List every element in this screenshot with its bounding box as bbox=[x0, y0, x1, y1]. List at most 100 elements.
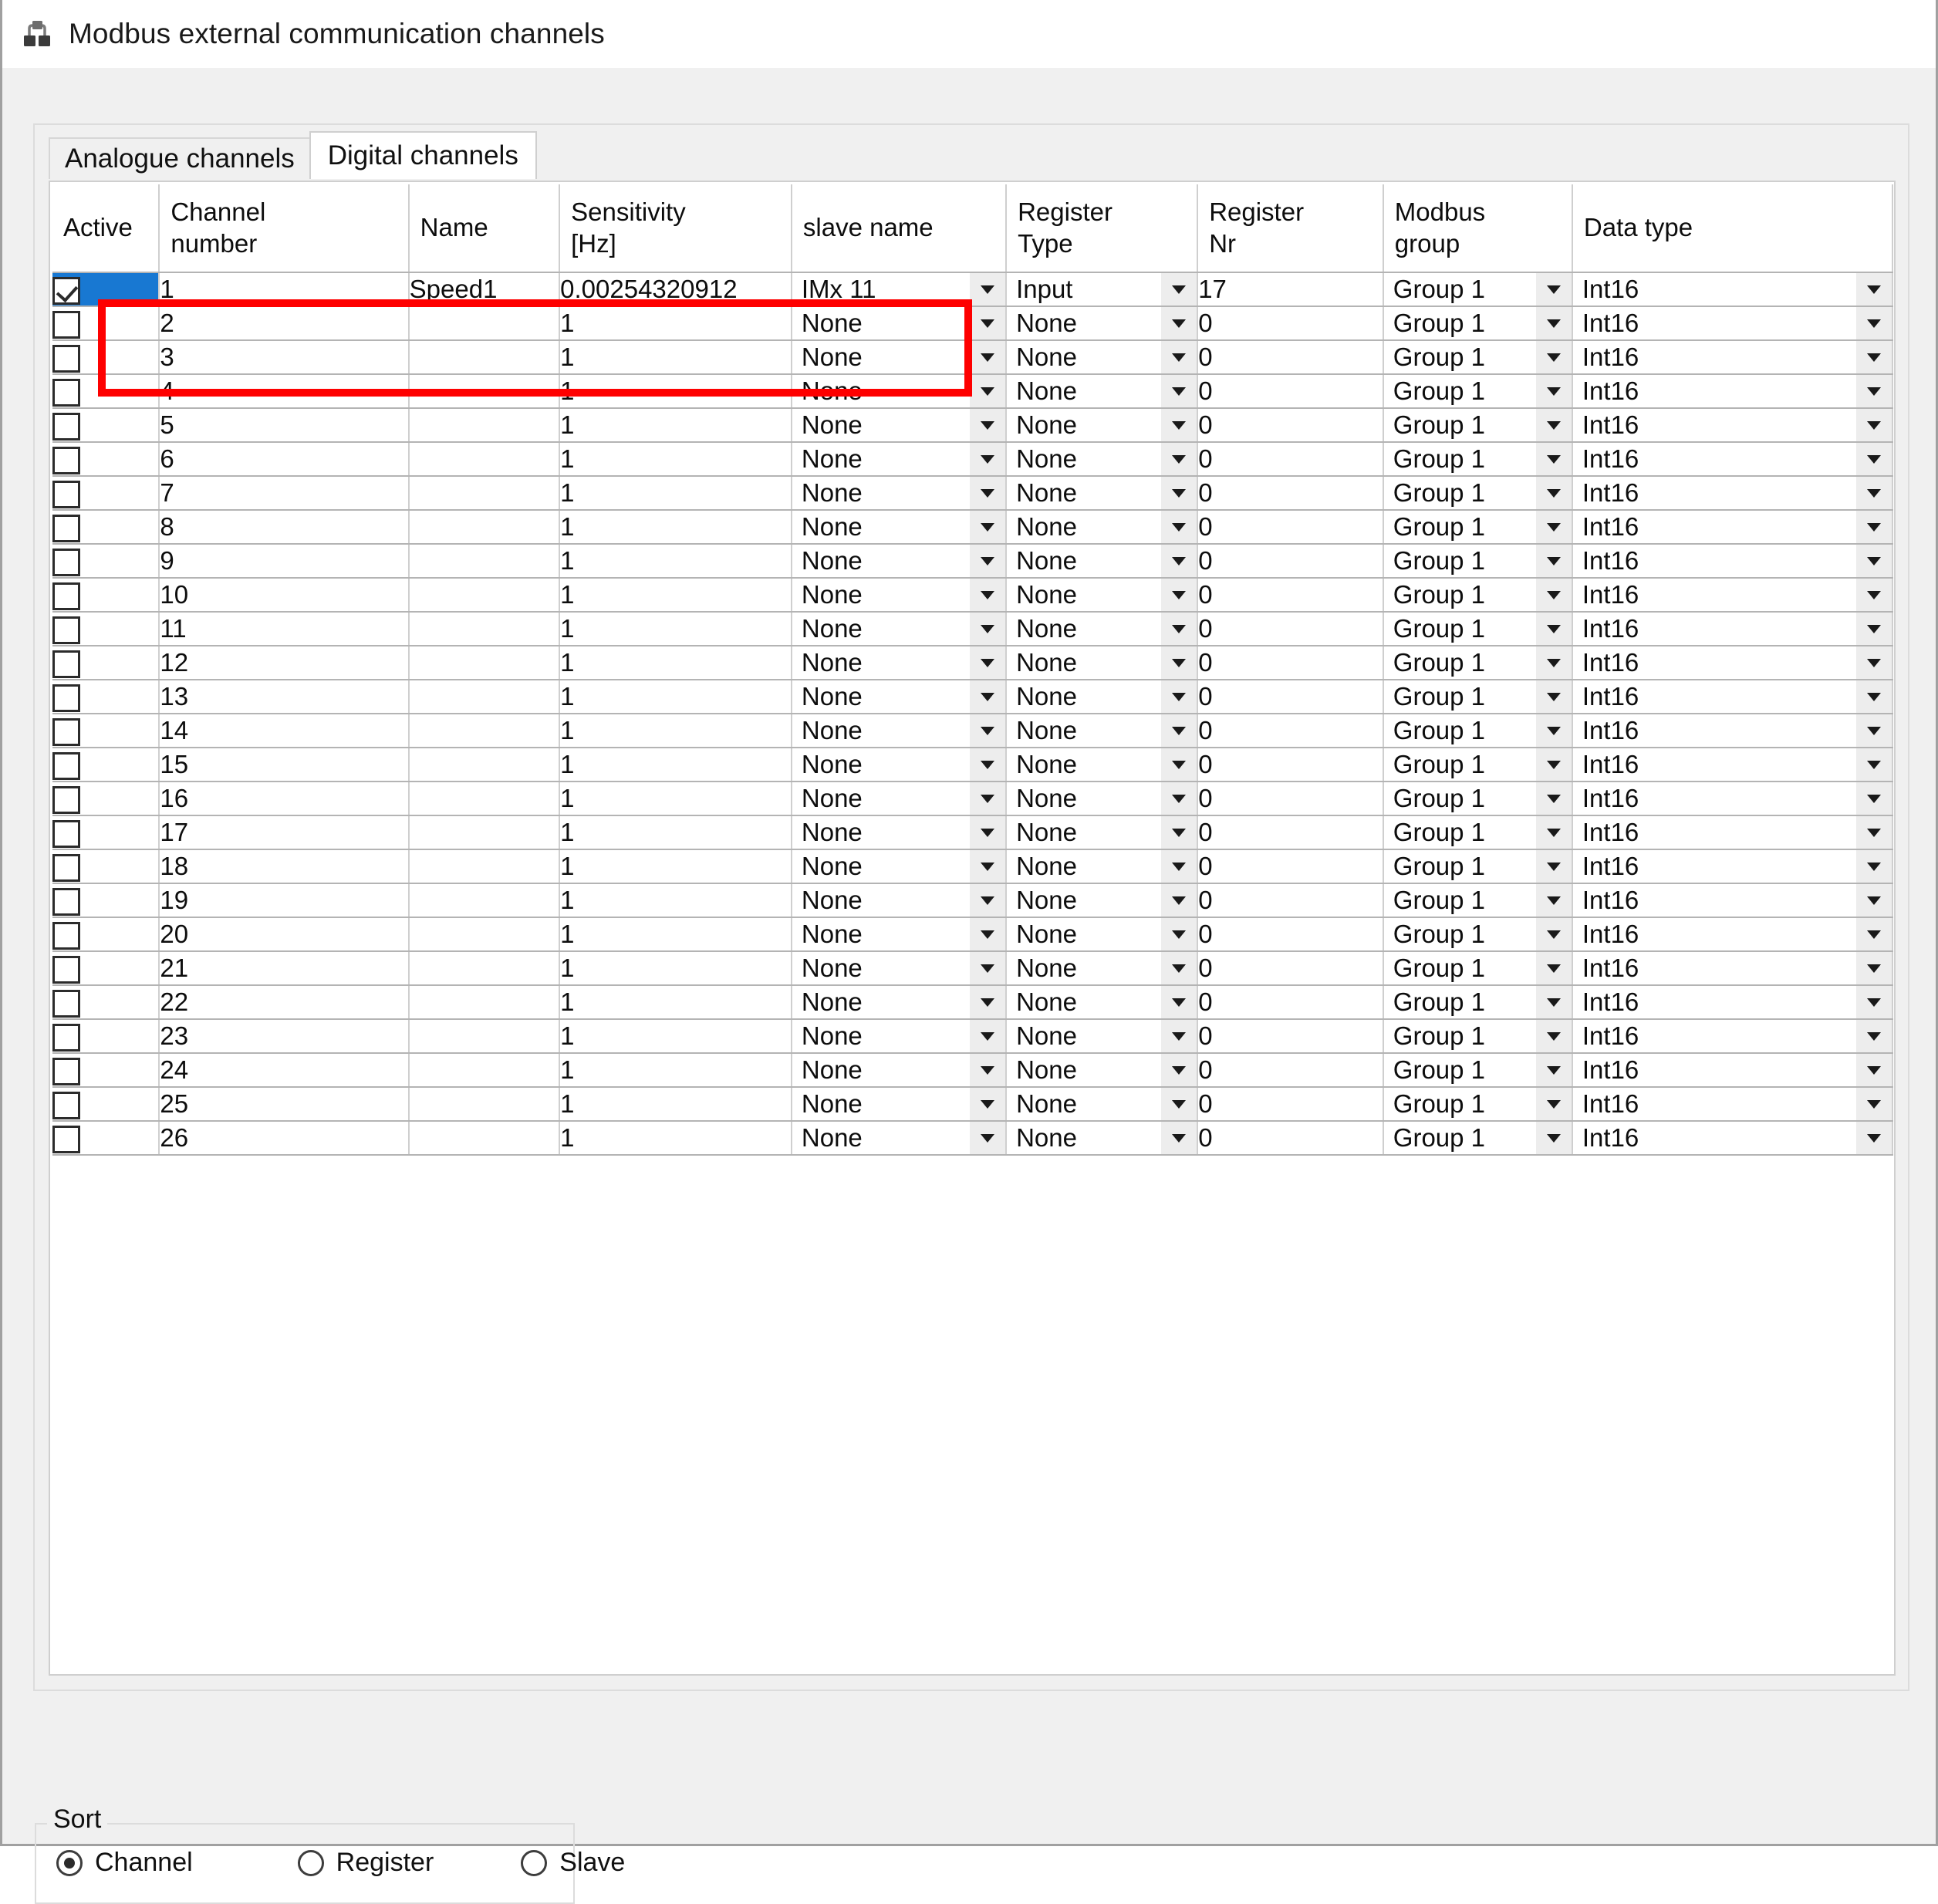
slave-name-chevron-down-icon[interactable] bbox=[970, 1088, 1005, 1119]
cell-sensitivity[interactable]: 1 bbox=[559, 544, 792, 579]
cell-active[interactable] bbox=[52, 646, 160, 680]
cell-register-type[interactable]: None bbox=[1006, 782, 1199, 816]
cell-sensitivity[interactable]: 1 bbox=[559, 985, 792, 1020]
cell-modbus-group[interactable]: Group 1 bbox=[1383, 951, 1573, 986]
cell-active[interactable] bbox=[52, 883, 160, 918]
cell-register-nr[interactable]: 0 bbox=[1197, 714, 1384, 748]
modbus-group-chevron-down-icon[interactable] bbox=[1535, 1020, 1571, 1052]
active-checkbox[interactable] bbox=[52, 684, 80, 712]
register-type-chevron-down-icon[interactable] bbox=[1161, 443, 1197, 474]
register-type-chevron-down-icon[interactable] bbox=[1161, 511, 1197, 542]
data-type-chevron-down-icon[interactable] bbox=[1856, 409, 1891, 441]
table-row[interactable]: 4 1 None None 0 Group 1 Int16 bbox=[52, 374, 1894, 409]
cell-slave-name[interactable]: IMx 11 bbox=[791, 272, 1008, 307]
data-type-chevron-down-icon[interactable] bbox=[1856, 918, 1891, 950]
cell-data-type[interactable]: Int16 bbox=[1572, 578, 1894, 613]
cell-name[interactable] bbox=[408, 340, 561, 375]
table-row[interactable]: 22 1 None None 0 Group 1 Int16 bbox=[52, 985, 1894, 1020]
cell-slave-name[interactable]: None bbox=[791, 815, 1008, 850]
cell-register-nr[interactable]: 0 bbox=[1197, 374, 1384, 409]
cell-register-nr[interactable]: 0 bbox=[1197, 849, 1384, 884]
slave-name-chevron-down-icon[interactable] bbox=[970, 341, 1005, 373]
cell-name[interactable] bbox=[408, 714, 561, 748]
col-header-sensitivity[interactable]: Sensitivity [Hz] bbox=[559, 184, 792, 273]
cell-register-nr[interactable]: 0 bbox=[1197, 544, 1384, 579]
cell-register-type[interactable]: None bbox=[1006, 714, 1199, 748]
cell-name[interactable] bbox=[408, 646, 561, 680]
slave-name-chevron-down-icon[interactable] bbox=[970, 511, 1005, 542]
data-type-chevron-down-icon[interactable] bbox=[1856, 782, 1891, 814]
register-type-chevron-down-icon[interactable] bbox=[1161, 714, 1197, 746]
slave-name-chevron-down-icon[interactable] bbox=[970, 714, 1005, 746]
table-row[interactable]: 19 1 None None 0 Group 1 Int16 bbox=[52, 883, 1894, 918]
cell-slave-name[interactable]: None bbox=[791, 917, 1008, 952]
cell-name[interactable] bbox=[408, 849, 561, 884]
cell-name[interactable] bbox=[408, 612, 561, 646]
cell-modbus-group[interactable]: Group 1 bbox=[1383, 306, 1573, 341]
cell-modbus-group[interactable]: Group 1 bbox=[1383, 476, 1573, 511]
cell-data-type[interactable]: Int16 bbox=[1572, 714, 1894, 748]
register-type-chevron-down-icon[interactable] bbox=[1161, 1020, 1197, 1052]
slave-name-chevron-down-icon[interactable] bbox=[970, 646, 1005, 678]
register-type-chevron-down-icon[interactable] bbox=[1161, 1122, 1197, 1153]
table-row[interactable]: 7 1 None None 0 Group 1 Int16 bbox=[52, 476, 1894, 511]
cell-modbus-group[interactable]: Group 1 bbox=[1383, 272, 1573, 307]
cell-slave-name[interactable]: None bbox=[791, 714, 1008, 748]
register-type-chevron-down-icon[interactable] bbox=[1161, 952, 1197, 984]
cell-sensitivity[interactable]: 1 bbox=[559, 849, 792, 884]
cell-name[interactable]: Speed1 bbox=[408, 272, 561, 307]
cell-register-nr[interactable]: 0 bbox=[1197, 883, 1384, 918]
register-type-chevron-down-icon[interactable] bbox=[1161, 1088, 1197, 1119]
modbus-group-chevron-down-icon[interactable] bbox=[1535, 1054, 1571, 1085]
cell-active[interactable] bbox=[52, 748, 160, 782]
cell-register-nr[interactable]: 17 bbox=[1197, 272, 1384, 307]
data-type-chevron-down-icon[interactable] bbox=[1856, 545, 1891, 576]
slave-name-chevron-down-icon[interactable] bbox=[970, 952, 1005, 984]
cell-modbus-group[interactable]: Group 1 bbox=[1383, 748, 1573, 782]
cell-data-type[interactable]: Int16 bbox=[1572, 680, 1894, 714]
modbus-group-chevron-down-icon[interactable] bbox=[1535, 273, 1571, 305]
cell-active[interactable] bbox=[52, 408, 160, 443]
data-type-chevron-down-icon[interactable] bbox=[1856, 273, 1891, 305]
cell-active[interactable] bbox=[52, 272, 160, 307]
cell-slave-name[interactable]: None bbox=[791, 1053, 1008, 1088]
cell-sensitivity[interactable]: 1 bbox=[559, 680, 792, 714]
cell-active[interactable] bbox=[52, 306, 160, 341]
cell-register-nr[interactable]: 0 bbox=[1197, 476, 1384, 511]
slave-name-chevron-down-icon[interactable] bbox=[970, 680, 1005, 712]
cell-register-type[interactable]: None bbox=[1006, 374, 1199, 409]
active-checkbox[interactable] bbox=[52, 616, 80, 644]
cell-data-type[interactable]: Int16 bbox=[1572, 985, 1894, 1020]
cell-active[interactable] bbox=[52, 1053, 160, 1088]
table-row[interactable]: 24 1 None None 0 Group 1 Int16 bbox=[52, 1053, 1894, 1088]
data-type-chevron-down-icon[interactable] bbox=[1856, 748, 1891, 780]
register-type-chevron-down-icon[interactable] bbox=[1161, 986, 1197, 1018]
data-type-chevron-down-icon[interactable] bbox=[1856, 613, 1891, 644]
register-type-chevron-down-icon[interactable] bbox=[1161, 375, 1197, 407]
cell-register-nr[interactable]: 0 bbox=[1197, 1121, 1384, 1156]
slave-name-chevron-down-icon[interactable] bbox=[970, 613, 1005, 644]
active-checkbox[interactable] bbox=[52, 480, 80, 508]
cell-name[interactable] bbox=[408, 782, 561, 816]
active-checkbox[interactable] bbox=[52, 887, 80, 916]
cell-register-nr[interactable]: 0 bbox=[1197, 306, 1384, 341]
active-checkbox[interactable] bbox=[52, 446, 80, 474]
data-type-chevron-down-icon[interactable] bbox=[1856, 375, 1891, 407]
data-type-chevron-down-icon[interactable] bbox=[1856, 341, 1891, 373]
cell-register-type[interactable]: None bbox=[1006, 815, 1199, 850]
cell-active[interactable] bbox=[52, 340, 160, 375]
cell-sensitivity[interactable]: 1 bbox=[559, 510, 792, 545]
cell-data-type[interactable]: Int16 bbox=[1572, 1019, 1894, 1054]
modbus-group-chevron-down-icon[interactable] bbox=[1535, 307, 1571, 339]
cell-active[interactable] bbox=[52, 917, 160, 952]
slave-name-chevron-down-icon[interactable] bbox=[970, 307, 1005, 339]
table-row[interactable]: 20 1 None None 0 Group 1 Int16 bbox=[52, 917, 1894, 952]
data-type-chevron-down-icon[interactable] bbox=[1856, 986, 1891, 1018]
cell-data-type[interactable]: Int16 bbox=[1572, 612, 1894, 646]
cell-modbus-group[interactable]: Group 1 bbox=[1383, 578, 1573, 613]
table-row[interactable]: 10 1 None None 0 Group 1 Int16 bbox=[52, 578, 1894, 613]
table-row[interactable]: 1 Speed1 0.00254320912 IMx 11 Input 17 Group 1… bbox=[52, 272, 1894, 307]
cell-modbus-group[interactable]: Group 1 bbox=[1383, 544, 1573, 579]
active-checkbox[interactable] bbox=[52, 310, 80, 339]
cell-data-type[interactable]: Int16 bbox=[1572, 1087, 1894, 1122]
